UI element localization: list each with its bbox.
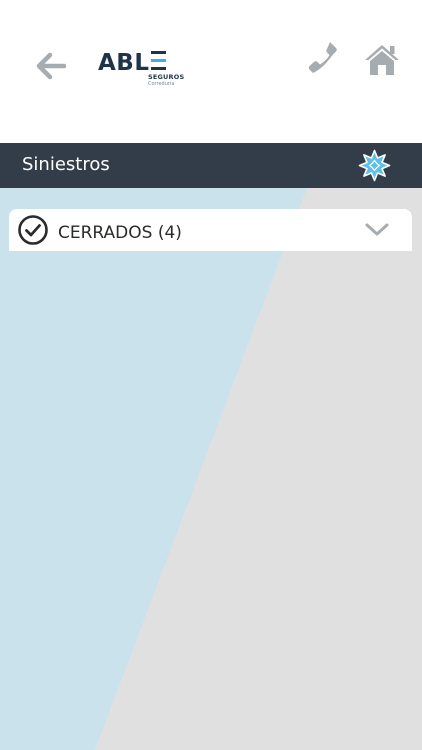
section-header-cerrados[interactable]: CERRADOS (4): [9, 209, 412, 251]
phone-icon: [308, 42, 337, 73]
chevron-down-icon[interactable]: [364, 221, 390, 239]
claims-content-area[interactable]: CERRADOS (4): [0, 188, 422, 750]
phone-button[interactable]: [303, 38, 341, 76]
logo-subtitle: SEGUROS: [148, 73, 185, 81]
star-burst-icon: [358, 149, 391, 182]
able-seguros-logo: ABL SEGUROS Correduría: [98, 50, 188, 90]
back-button[interactable]: [30, 46, 70, 86]
background-diagonal: [0, 188, 307, 750]
app-header: ABL SEGUROS Correduría: [0, 0, 422, 143]
page-title: Siniestros: [22, 154, 110, 175]
section-title-bar: Siniestros: [0, 143, 422, 188]
home-icon: [365, 45, 399, 75]
star-action-button[interactable]: [358, 149, 391, 182]
home-button[interactable]: [362, 42, 402, 78]
arrow-left-icon: [36, 52, 67, 80]
section-label: CERRADOS (4): [58, 223, 182, 243]
check-circle-icon: [18, 215, 48, 245]
logo-tagline: Correduría: [148, 81, 175, 87]
